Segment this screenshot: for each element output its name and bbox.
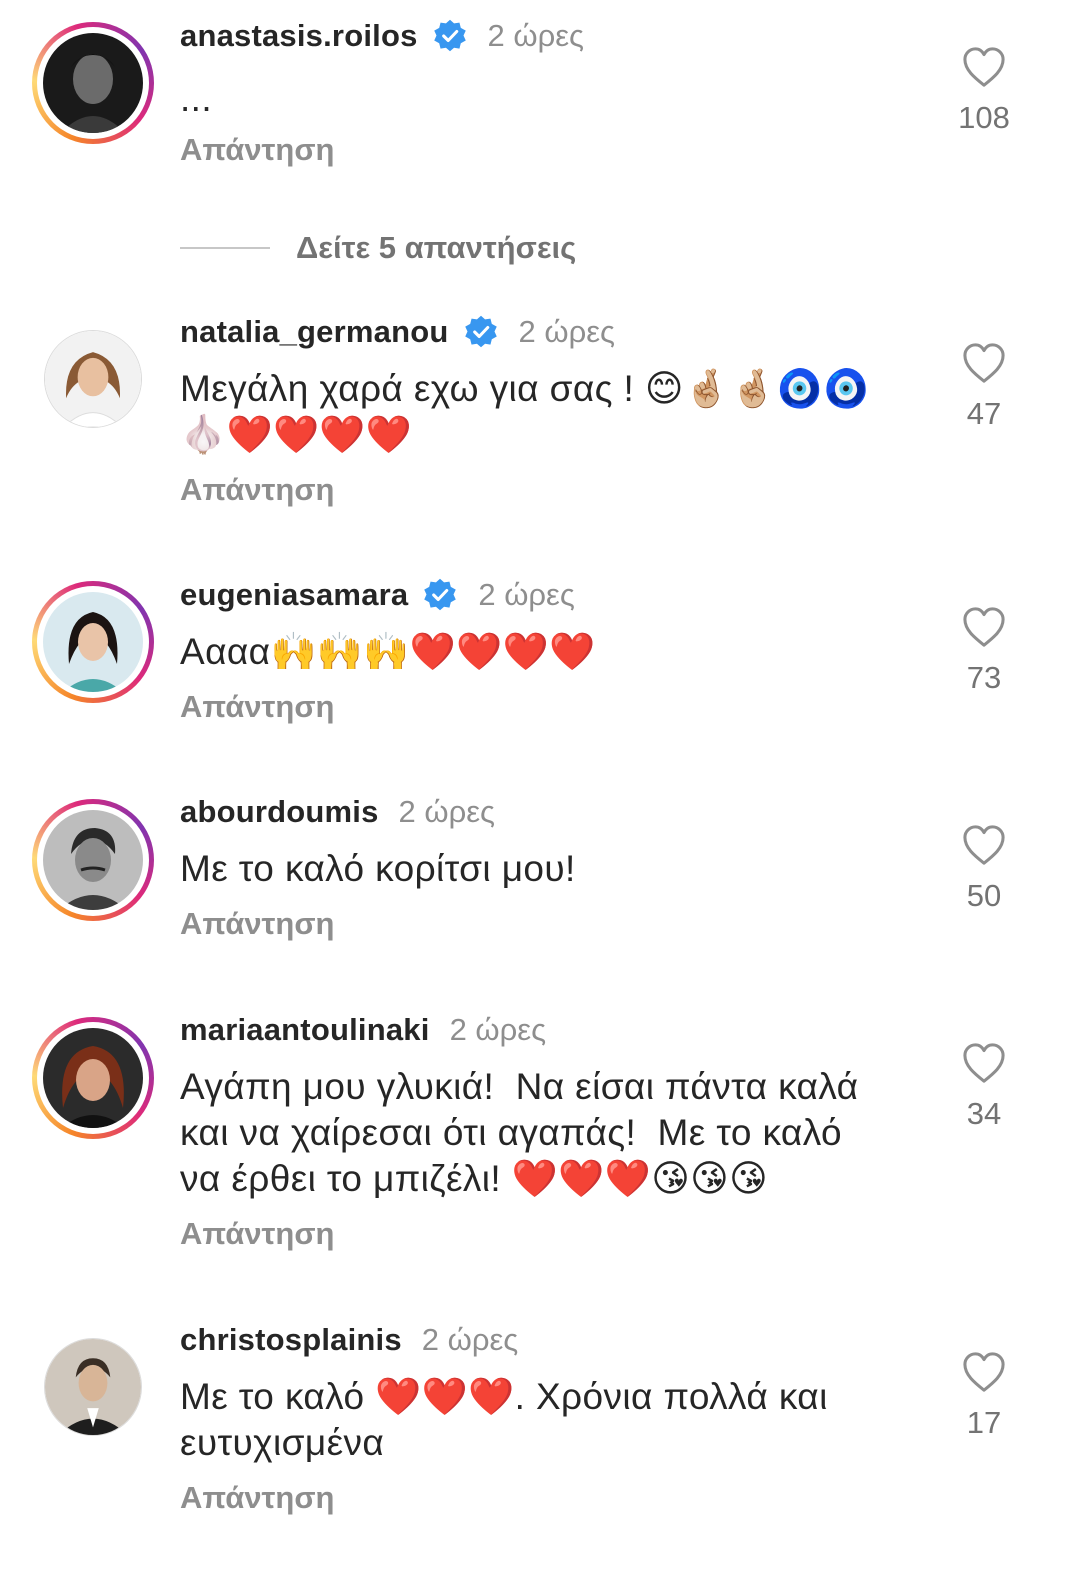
comment-time: 2 ώρες xyxy=(421,1322,519,1357)
comment-time: 2 ώρες xyxy=(398,794,495,829)
heart-outline-icon[interactable] xyxy=(961,824,1007,866)
heart-outline-icon[interactable] xyxy=(961,1042,1007,1084)
comment-time: 2 ώρες xyxy=(449,1012,547,1047)
comment-text: Μεγάλη χαρά εχω για σας ! 😊🤞🏼🤞🏼🧿🧿 🧄❤️❤️❤… xyxy=(180,368,870,455)
divider-line xyxy=(180,247,270,249)
view-replies-label: Δείτε 5 απαντήσεις xyxy=(296,230,577,265)
reply-button[interactable]: Απάντηση xyxy=(180,689,334,725)
avatar xyxy=(43,810,143,910)
comment-time: 2 ώρες xyxy=(478,577,575,612)
comment-username[interactable]: christosplainis xyxy=(180,1322,402,1358)
comment-time: 2 ώρες xyxy=(487,18,584,53)
reply-button[interactable]: Απάντηση xyxy=(180,1216,334,1252)
reply-button[interactable]: Απάντηση xyxy=(180,1480,334,1516)
comment-username[interactable]: abourdoumis xyxy=(180,794,379,830)
avatar-story-ring[interactable] xyxy=(32,581,154,703)
avatar-story-ring[interactable] xyxy=(32,1017,154,1139)
comment-username[interactable]: eugeniasamara xyxy=(180,577,408,613)
heart-outline-icon[interactable] xyxy=(961,46,1007,88)
like-count: 17 xyxy=(966,1405,1002,1440)
comment-time: 2 ώρες xyxy=(518,314,615,349)
avatar xyxy=(43,592,143,692)
avatar[interactable] xyxy=(44,1338,142,1436)
like-count: 108 xyxy=(958,100,1010,135)
comment-text: Αααα🙌🙌🙌❤️❤️❤️❤️ xyxy=(180,631,596,672)
comment-username[interactable]: anastasis.roilos xyxy=(180,18,418,54)
heart-outline-icon[interactable] xyxy=(961,342,1007,384)
comment-text: Με το καλό κορίτσι μου! xyxy=(180,848,576,889)
heart-outline-icon[interactable] xyxy=(961,606,1007,648)
comment-username[interactable]: natalia_germanou xyxy=(180,314,449,350)
like-count: 50 xyxy=(966,878,1002,913)
avatar xyxy=(43,33,143,133)
reply-button[interactable]: Απάντηση xyxy=(180,472,334,508)
verified-badge-icon xyxy=(432,18,468,54)
avatar-image xyxy=(45,331,141,427)
view-replies-button[interactable]: Δείτε 5 απαντήσεις xyxy=(180,226,576,270)
like-count: 73 xyxy=(966,660,1002,695)
avatar xyxy=(43,1028,143,1128)
comment-text: Αγάπη μου γλυκιά! Να είσαι πάντα καλά κα… xyxy=(180,1066,859,1199)
comments-feed: anastasis.roilos 2 ώρες ... Απάντηση 108… xyxy=(0,0,1080,1570)
comment-text: Με το καλό ❤️❤️❤️. Χρόνια πολλά και ευτυ… xyxy=(180,1376,828,1463)
like-count: 47 xyxy=(966,396,1002,431)
reply-button[interactable]: Απάντηση xyxy=(180,132,334,168)
heart-outline-icon[interactable] xyxy=(961,1351,1007,1393)
avatar-story-ring[interactable] xyxy=(32,22,154,144)
avatar-story-ring[interactable] xyxy=(32,799,154,921)
verified-badge-icon xyxy=(422,577,458,613)
avatar-image xyxy=(45,1339,141,1435)
like-count: 34 xyxy=(966,1096,1002,1131)
avatar[interactable] xyxy=(44,330,142,428)
verified-badge-icon xyxy=(463,314,499,350)
reply-button[interactable]: Απάντηση xyxy=(180,906,334,942)
comment-text: ... xyxy=(180,78,213,119)
comment-username[interactable]: mariaantoulinaki xyxy=(180,1012,430,1048)
